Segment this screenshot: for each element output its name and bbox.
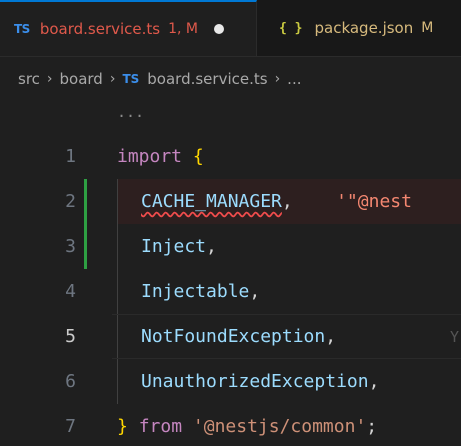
typescript-file-icon: TS — [14, 22, 30, 36]
line-content: NotFoundException, — [117, 326, 336, 347]
tab-problem-status: 1, M — [168, 21, 198, 37]
tab-bar: TS board.service.ts 1, M { } package.jso… — [0, 0, 461, 57]
identifier-token: Inject — [141, 236, 207, 257]
line-content: Injectable, — [117, 281, 260, 302]
tab-git-status: M — [421, 20, 434, 36]
breadcrumb-item-symbols[interactable]: ... — [287, 70, 301, 88]
chevron-right-icon: › — [274, 71, 281, 87]
line-number: 2 — [65, 191, 76, 212]
comma-token: , — [249, 281, 261, 302]
line-content: import { — [117, 146, 204, 167]
tab-label: board.service.ts — [39, 20, 161, 38]
code-line[interactable]: 7 } from '@nestjs/common'; — [0, 404, 461, 446]
keyword-token: import — [117, 146, 183, 167]
tab-board-service[interactable]: TS board.service.ts 1, M — [0, 0, 257, 56]
breadcrumb-item-board[interactable]: board — [60, 70, 103, 88]
sticky-scroll-ellipsis[interactable]: ... — [117, 103, 144, 121]
line-content: Inject, — [117, 236, 217, 257]
line-number: 1 — [65, 146, 76, 167]
code-editor: TS board.service.ts 1, M { } package.jso… — [0, 0, 461, 446]
breadcrumb: src › board › TS board.service.ts › ... — [0, 57, 461, 101]
unsaved-dot-icon[interactable] — [214, 24, 224, 34]
identifier-token: UnauthorizedException — [141, 371, 369, 392]
comma-token: , — [368, 371, 380, 392]
line-number: 5 — [65, 326, 76, 347]
chevron-right-icon: › — [109, 71, 116, 87]
code-line[interactable]: 3 Inject, — [0, 224, 461, 269]
code-line-current[interactable]: 5 NotFoundException, Y — [0, 314, 461, 359]
tab-package-json[interactable]: { } package.json M — [257, 0, 461, 56]
string-token: '@nestjs/common' — [192, 416, 367, 437]
code-line[interactable]: 2 CACHE_MANAGER, '"@nest — [0, 179, 461, 224]
inline-blame-hint: Y — [450, 327, 460, 346]
comma-token: , — [325, 326, 337, 347]
git-modified-marker[interactable] — [84, 224, 87, 269]
line-content: UnauthorizedException, — [117, 371, 379, 392]
line-number: 6 — [65, 371, 76, 392]
identifier-token: Injectable — [141, 281, 250, 302]
breadcrumb-item-src[interactable]: src — [18, 70, 40, 88]
line-content: } from '@nestjs/common'; — [117, 416, 377, 437]
brace-token: } — [117, 416, 128, 437]
json-file-icon: { } — [279, 20, 303, 36]
git-modified-marker[interactable] — [84, 179, 87, 224]
line-number: 3 — [65, 236, 76, 257]
keyword-token: from — [138, 416, 183, 437]
brace-token: { — [192, 146, 204, 167]
comma-token: , — [281, 191, 293, 212]
identifier-token: NotFoundException — [141, 326, 326, 347]
error-identifier-token[interactable]: CACHE_MANAGER — [141, 191, 282, 212]
line-number: 4 — [65, 281, 76, 302]
code-line[interactable]: 1 import { — [0, 134, 461, 179]
code-line[interactable]: 4 Injectable, — [0, 269, 461, 314]
line-content: CACHE_MANAGER, '"@nest — [117, 191, 412, 212]
typescript-file-icon: TS — [122, 72, 140, 86]
line-number: 7 — [65, 416, 76, 437]
tab-label: package.json — [314, 19, 414, 37]
breadcrumb-item-file[interactable]: board.service.ts — [147, 70, 267, 88]
comma-token: , — [206, 236, 217, 257]
code-area[interactable]: 1 import { 2 CACHE_MANAGER, '"@nest 3 In… — [0, 134, 461, 446]
semicolon-token: ; — [366, 416, 378, 437]
code-line[interactable]: 6 UnauthorizedException, — [0, 359, 461, 404]
chevron-right-icon: › — [46, 71, 53, 87]
inline-error-hint[interactable]: '"@nest — [336, 191, 412, 212]
